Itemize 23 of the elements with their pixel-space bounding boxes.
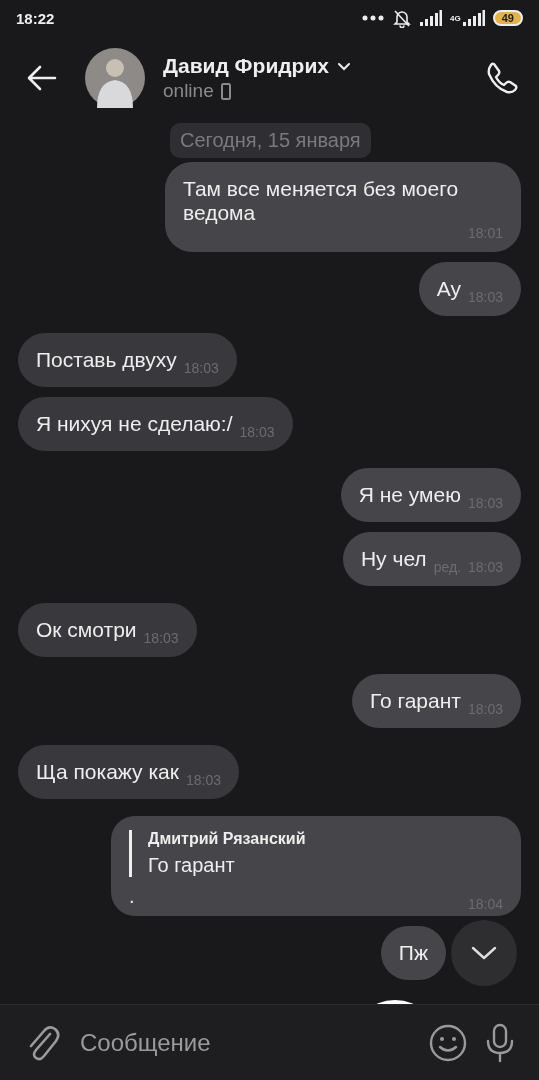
quote-text: Го гарант bbox=[148, 854, 236, 877]
microphone-icon[interactable] bbox=[485, 1022, 515, 1063]
dots-icon bbox=[362, 15, 385, 21]
signal-icon bbox=[420, 10, 443, 26]
emoji-icon[interactable] bbox=[429, 1023, 467, 1062]
status-time: 18:22 bbox=[16, 9, 55, 27]
message-bubble[interactable]: Пж bbox=[380, 926, 446, 980]
avatar[interactable] bbox=[85, 48, 145, 108]
network-label: 4G bbox=[450, 13, 461, 23]
muted-bell-icon bbox=[392, 8, 413, 28]
quoted-message[interactable]: Дмитрий Рязанский Го гарант bbox=[129, 830, 306, 877]
back-arrow-icon[interactable] bbox=[27, 65, 57, 91]
chevron-down-icon[interactable] bbox=[337, 61, 352, 71]
contact-name[interactable]: Давид Фридрих bbox=[163, 54, 330, 78]
quote-author: Дмитрий Рязанский bbox=[148, 830, 306, 848]
battery-indicator: 49 bbox=[492, 10, 523, 26]
message-text: . bbox=[129, 885, 135, 908]
signal-icon bbox=[462, 10, 485, 26]
call-icon[interactable] bbox=[485, 61, 519, 95]
online-status: online bbox=[163, 80, 214, 102]
chevron-down-icon bbox=[471, 946, 497, 960]
date-label: Сегодня, 15 января bbox=[170, 123, 371, 158]
phone-device-icon bbox=[220, 82, 231, 100]
